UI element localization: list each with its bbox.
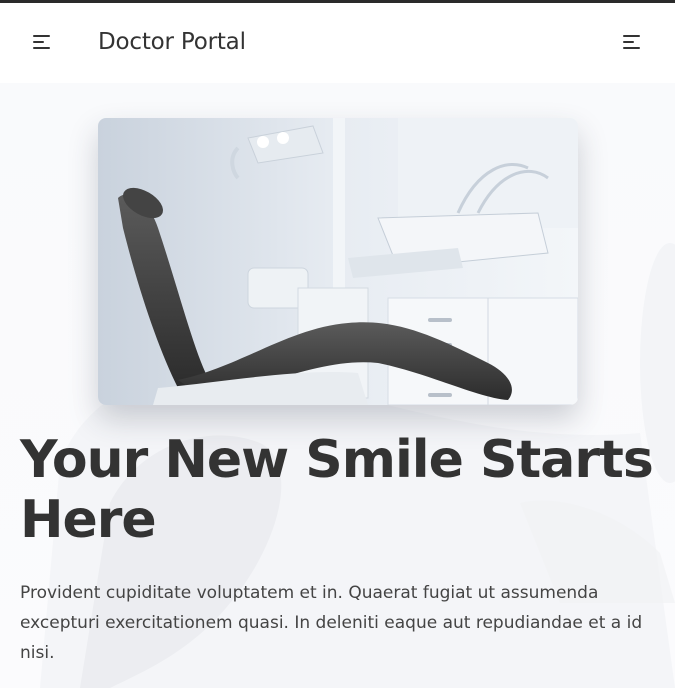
site-brand-link[interactable]: Doctor Portal — [98, 29, 246, 55]
dental-chair-illustration — [98, 118, 578, 405]
hero-lead-text: Provident cupiditate voluptatem et in. Q… — [20, 583, 643, 663]
menu-icon — [33, 35, 50, 37]
menu-icon-line — [33, 41, 44, 43]
hero-dental-chair-image — [98, 118, 578, 405]
menu-icon-line — [33, 47, 50, 49]
hero-headline: Your New Smile Starts Here — [20, 430, 654, 550]
menu-icon — [623, 35, 640, 37]
left-menu-toggle-button[interactable] — [31, 31, 55, 53]
site-header: Doctor Portal — [0, 3, 675, 83]
menu-icon-line — [623, 47, 640, 49]
menu-icon-line — [623, 41, 634, 43]
hero-section: Your New Smile Starts Here Provident cup… — [0, 83, 675, 688]
right-menu-toggle-button[interactable] — [621, 31, 645, 53]
